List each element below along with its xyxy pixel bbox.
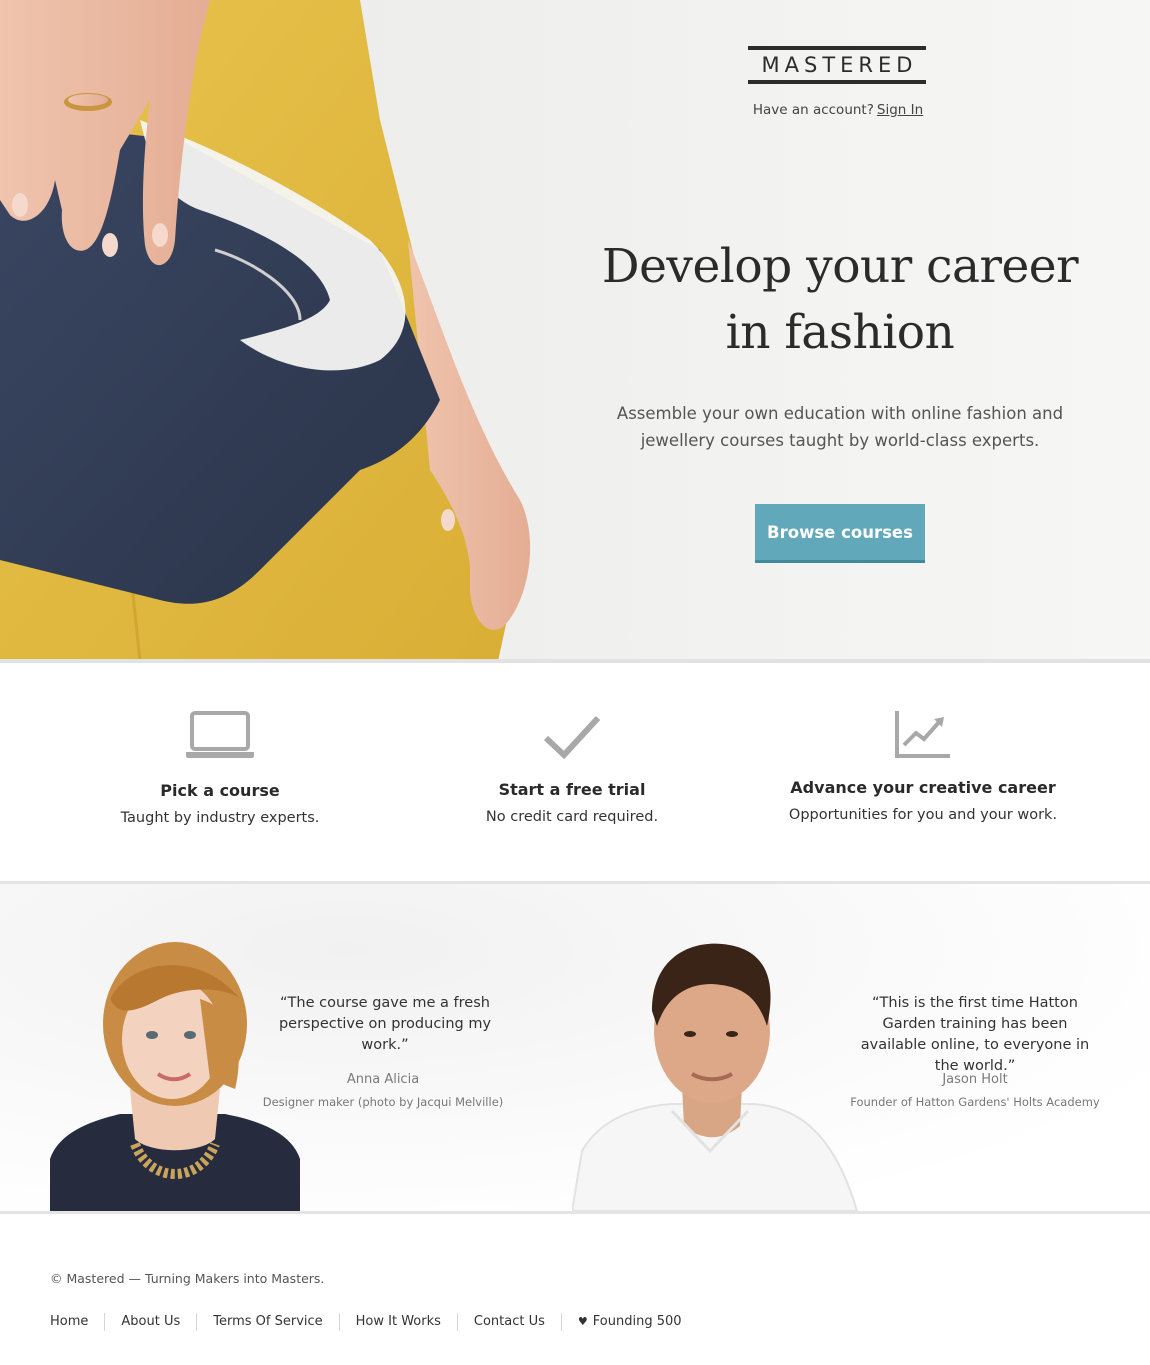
checkmark-icon	[543, 715, 601, 760]
testimonial-quote: “This is the first time Hatton Garden tr…	[860, 995, 1090, 1074]
testimonial-role: Founder of Hatton Gardens' Holts Academy	[850, 1095, 1100, 1109]
mastered-logo[interactable]: MASTERED	[748, 46, 926, 84]
browse-courses-button[interactable]: Browse courses	[755, 504, 925, 563]
account-prompt: Have an account? Sign In	[700, 102, 976, 118]
headline-line-2: in fashion	[725, 305, 955, 360]
anna-alicia-portrait	[50, 942, 300, 1211]
testimonial-name: Anna Alicia	[346, 1072, 420, 1087]
testimonial-name: Jason Holt	[942, 1072, 1008, 1087]
jason-holt-portrait	[572, 943, 859, 1211]
features-section: Pick a course Taught by industry experts…	[0, 663, 1150, 882]
feature-description: Taught by industry experts.	[120, 810, 320, 826]
footer-link-terms-of-service[interactable]: Terms Of Service	[196, 1313, 338, 1331]
footer-link-contact-us[interactable]: Contact Us	[456, 1313, 561, 1331]
footer-link-about-us[interactable]: About Us	[104, 1313, 196, 1331]
headline-line-1: Develop your career	[601, 239, 1079, 294]
testimonial-quote: “The course gave me a fresh perspective …	[278, 995, 492, 1053]
footer-nav: Home About Us Terms Of Service How It Wo…	[50, 1311, 698, 1333]
feature-description: Opportunities for you and your work.	[788, 807, 1058, 823]
hero-photo	[0, 0, 531, 661]
copyright-text: © Mastered — Turning Makers into Masters…	[50, 1271, 325, 1286]
testimonials-section: “The course gave me a fresh perspective …	[0, 884, 1150, 1211]
logo-text: MASTERED	[761, 53, 918, 77]
divider	[0, 1211, 1150, 1214]
footer-link-home[interactable]: Home	[50, 1313, 104, 1331]
feature-title: Pick a course	[160, 781, 280, 800]
feature-title: Start a free trial	[498, 780, 646, 799]
founding-500-label: Founding 500	[592, 1314, 682, 1329]
feature-description: No credit card required.	[485, 809, 659, 825]
hero-headline: Develop your career in fashion	[560, 234, 1120, 366]
sign-in-link[interactable]: Sign In	[877, 102, 923, 118]
testimonial-role: Designer maker (photo by Jacqui Melville…	[262, 1095, 504, 1109]
footer-link-founding-500[interactable]: ♥ Founding 500	[560, 1313, 698, 1331]
footer-link-how-it-works[interactable]: How It Works	[338, 1313, 457, 1331]
heart-icon: ♥	[577, 1315, 588, 1328]
laptop-icon	[186, 711, 254, 758]
account-prompt-text: Have an account?	[752, 102, 874, 118]
feature-title: Advance your creative career	[790, 778, 1056, 797]
hero-subhead: Assemble your own education with online …	[616, 404, 1064, 450]
hero-section: MASTERED Have an account? Sign In Develop…	[0, 0, 1150, 661]
growth-chart-icon	[895, 711, 950, 758]
